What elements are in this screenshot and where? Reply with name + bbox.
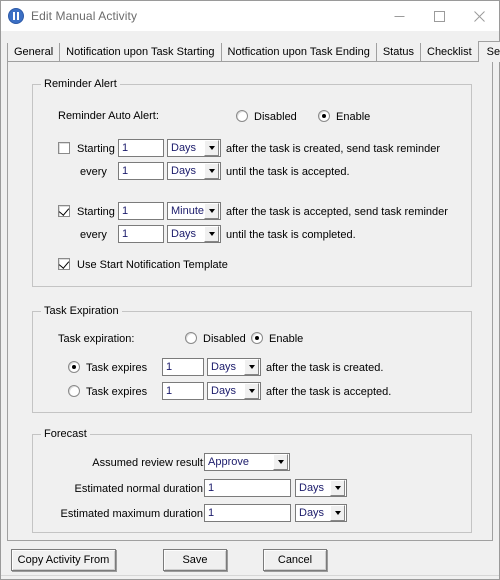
dialog-footer: Copy Activity From Save Cancel: [1, 541, 499, 579]
chevron-down-icon[interactable]: [244, 359, 259, 375]
rule2-every-unit-select[interactable]: Days: [167, 225, 221, 243]
copy-activity-from-button[interactable]: Copy Activity From: [11, 549, 116, 571]
task-expires-accepted-unit-value: Days: [211, 385, 237, 397]
assumed-review-result-label: Assumed review result:: [92, 457, 206, 469]
rule1-start-value-input[interactable]: 1: [118, 139, 164, 157]
task-expiration-group: Task Expiration Task expiration: Disable…: [32, 305, 472, 413]
close-icon[interactable]: [459, 1, 499, 31]
tab-checklist[interactable]: Checklist: [420, 43, 479, 61]
task-expires-accepted-text: after the task is accepted.: [266, 386, 392, 398]
estimated-maximum-duration-unit-value: Days: [299, 507, 325, 519]
estimated-normal-duration-unit-value: Days: [299, 482, 325, 494]
task-expiration-enable-label[interactable]: Enable: [269, 333, 303, 346]
reminder-auto-alert-enable-radio[interactable]: [318, 110, 330, 122]
chevron-down-icon[interactable]: [204, 226, 219, 242]
chevron-down-icon[interactable]: [244, 383, 259, 399]
assumed-review-result-select[interactable]: Approve: [204, 453, 290, 471]
use-start-notification-template-checkbox[interactable]: [58, 258, 70, 270]
estimated-normal-duration-unit-select[interactable]: Days: [295, 479, 347, 497]
rule2-every-unit-value: Days: [171, 228, 197, 240]
rule1-every-label: every: [80, 166, 107, 178]
reminder-auto-alert-enable-label[interactable]: Enable: [336, 111, 370, 124]
rule2-start-unit-value: Minutes: [171, 205, 204, 217]
reminder-alert-group: Reminder Alert Reminder Auto Alert: Disa…: [32, 78, 472, 287]
forecast-legend: Forecast: [41, 428, 90, 440]
chevron-down-icon[interactable]: [330, 505, 345, 521]
edit-manual-activity-window: Edit Manual Activity General Notificatio…: [0, 0, 500, 580]
window-controls: [379, 1, 499, 31]
rule2-every-value-input[interactable]: 1: [118, 225, 164, 243]
reminder-auto-alert-label: Reminder Auto Alert:: [58, 110, 159, 122]
minimize-icon[interactable]: [379, 1, 419, 31]
rule1-start-unit-value: Days: [171, 142, 197, 154]
task-expires-created-unit-select[interactable]: Days: [207, 358, 261, 376]
task-expires-created-text: after the task is created.: [266, 362, 384, 374]
rule2-every-text: until the task is completed.: [226, 229, 356, 241]
chevron-down-icon[interactable]: [330, 480, 345, 496]
estimated-maximum-duration-input[interactable]: 1: [204, 504, 291, 522]
task-expiration-legend: Task Expiration: [41, 305, 122, 317]
tab-general[interactable]: General: [7, 43, 61, 61]
rule2-starting-checkbox[interactable]: [58, 205, 70, 217]
app-info-icon: [8, 8, 24, 24]
title-bar: Edit Manual Activity: [1, 1, 499, 31]
task-expires-accepted-radio[interactable]: [68, 385, 80, 397]
task-expiration-enable-radio[interactable]: [251, 332, 263, 344]
task-expires-created-label[interactable]: Task expires: [86, 362, 147, 375]
task-expires-accepted-value-input[interactable]: 1: [162, 382, 204, 400]
rule1-starting-checkbox[interactable]: [58, 142, 70, 154]
reminder-auto-alert-disabled-label[interactable]: Disabled: [254, 111, 297, 124]
tab-label: General: [14, 46, 54, 58]
task-expiration-label: Task expiration:: [58, 333, 135, 345]
reminder-auto-alert-disabled-radio[interactable]: [236, 110, 248, 122]
rule1-every-text: until the task is accepted.: [226, 166, 350, 178]
window-bottom-edge: [1, 575, 499, 579]
estimated-maximum-duration-label: Estimated maximum duration:: [60, 508, 207, 520]
estimated-maximum-duration-unit-select[interactable]: Days: [295, 504, 347, 522]
task-expires-created-radio[interactable]: [68, 361, 80, 373]
rule2-every-label: every: [80, 229, 107, 241]
rule1-every-unit-value: Days: [171, 165, 197, 177]
task-expires-created-value-input[interactable]: 1: [162, 358, 204, 376]
tab-label: Checklist: [427, 46, 472, 58]
task-expires-accepted-label[interactable]: Task expires: [86, 386, 147, 399]
reminder-alert-legend: Reminder Alert: [41, 78, 120, 90]
rule1-every-unit-select[interactable]: Days: [167, 162, 221, 180]
use-start-notification-template-label[interactable]: Use Start Notification Template: [77, 259, 228, 272]
task-expiration-disabled-radio[interactable]: [185, 332, 197, 344]
tab-label: Settings: [486, 46, 500, 58]
task-expires-accepted-unit-select[interactable]: Days: [207, 382, 261, 400]
rule2-start-value-input[interactable]: 1: [118, 202, 164, 220]
chevron-down-icon[interactable]: [204, 163, 219, 179]
window-title: Edit Manual Activity: [31, 9, 138, 23]
assumed-review-result-value: Approve: [208, 456, 249, 468]
cancel-button[interactable]: Cancel: [263, 549, 327, 571]
rule2-start-unit-select[interactable]: Minutes: [167, 202, 221, 220]
tab-label: Notfication upon Task Ending: [227, 46, 370, 58]
maximize-icon[interactable]: [419, 1, 459, 31]
rule2-starting-label[interactable]: Starting: [77, 206, 115, 219]
chevron-down-icon[interactable]: [273, 454, 288, 470]
chevron-down-icon[interactable]: [204, 203, 219, 219]
tab-notification-upon-task-ending[interactable]: Notfication upon Task Ending: [220, 43, 377, 61]
tab-label: Notification upon Task Starting: [66, 46, 215, 58]
estimated-normal-duration-label: Estimated normal duration:: [74, 483, 206, 495]
tab-strip: General Notification upon Task Starting …: [7, 40, 500, 62]
rule1-starting-label[interactable]: Starting: [77, 143, 115, 156]
rule1-start-text: after the task is created, send task rem…: [226, 143, 440, 155]
tab-label: Status: [382, 46, 414, 58]
rule1-start-unit-select[interactable]: Days: [167, 139, 221, 157]
task-expiration-disabled-label[interactable]: Disabled: [203, 333, 246, 346]
rule1-every-value-input[interactable]: 1: [118, 162, 164, 180]
forecast-group: Forecast Assumed review result: Approve …: [32, 428, 472, 533]
chevron-down-icon[interactable]: [204, 140, 219, 156]
rule2-start-text: after the task is accepted, send task re…: [226, 206, 448, 218]
tab-notification-upon-task-starting[interactable]: Notification upon Task Starting: [59, 43, 222, 61]
tab-status[interactable]: Status: [375, 43, 421, 61]
estimated-normal-duration-input[interactable]: 1: [204, 479, 291, 497]
tab-settings[interactable]: Settings: [477, 41, 500, 62]
settings-tab-panel: Reminder Alert Reminder Auto Alert: Disa…: [7, 61, 493, 541]
save-button[interactable]: Save: [163, 549, 227, 571]
task-expires-created-unit-value: Days: [211, 361, 237, 373]
